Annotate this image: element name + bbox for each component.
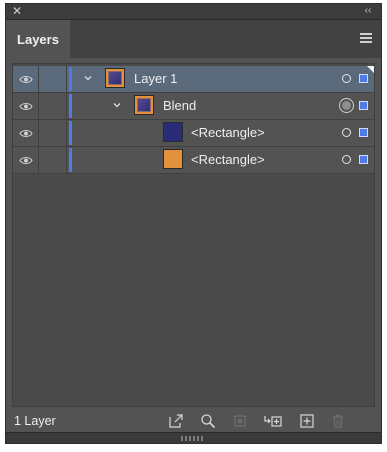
visibility-toggle[interactable]: [13, 66, 39, 92]
selection-indicator[interactable]: [359, 74, 368, 83]
layer-row-layer-1[interactable]: Layer 1: [13, 66, 374, 93]
panel-titlebar: ✕ ‹‹: [6, 4, 381, 20]
selected-art-triangle-icon: [367, 66, 374, 73]
eye-icon: [18, 129, 33, 137]
new-sublayer-icon[interactable]: [263, 412, 282, 430]
layer-name[interactable]: <Rectangle>: [191, 147, 265, 173]
visibility-toggle[interactable]: [13, 120, 39, 146]
panel-footer: 1 Layer: [6, 408, 381, 434]
target-circle-icon[interactable]: [342, 74, 351, 83]
layer-color-indicator: [69, 94, 72, 118]
chevron-down-icon[interactable]: [112, 100, 122, 110]
lock-toggle[interactable]: [39, 147, 67, 173]
selection-indicator[interactable]: [359, 128, 368, 137]
target-circle-icon[interactable]: [342, 155, 351, 164]
export-icon[interactable]: [167, 412, 185, 430]
eye-icon: [18, 102, 33, 110]
layer-count: 1 Layer: [14, 414, 56, 428]
layer-color-indicator: [69, 67, 72, 91]
visibility-toggle[interactable]: [13, 147, 39, 173]
selection-indicator[interactable]: [359, 155, 368, 164]
rectangle-thumbnail: [163, 149, 183, 169]
grip-icon: [181, 436, 205, 441]
tab-layers[interactable]: Layers: [6, 20, 70, 58]
visibility-toggle[interactable]: [13, 93, 39, 119]
clipping-mask-icon[interactable]: [231, 412, 249, 430]
layer-name[interactable]: Layer 1: [134, 66, 177, 92]
selection-indicator[interactable]: [359, 101, 368, 110]
layer-row-rectangle[interactable]: <Rectangle>: [13, 120, 374, 147]
layer-thumbnail: [105, 68, 125, 88]
layer-row-blend[interactable]: Blend: [13, 93, 374, 120]
tab-strip: Layers: [6, 20, 381, 58]
blend-thumbnail: [134, 95, 154, 115]
rectangle-thumbnail: [163, 122, 183, 142]
lock-toggle[interactable]: [39, 120, 67, 146]
lock-toggle[interactable]: [39, 66, 67, 92]
panel-resize-handle[interactable]: [6, 432, 381, 443]
search-icon[interactable]: [199, 412, 217, 430]
layer-name[interactable]: <Rectangle>: [191, 120, 265, 146]
layer-color-indicator: [69, 148, 72, 172]
layer-color-indicator: [69, 121, 72, 145]
trash-icon[interactable]: [329, 412, 347, 430]
eye-icon: [18, 75, 33, 83]
close-icon[interactable]: ✕: [11, 5, 23, 17]
target-circle-icon[interactable]: [342, 128, 351, 137]
chevron-down-icon[interactable]: [83, 73, 93, 83]
layers-list: Layer 1 Blend <Rectangle> <Rectangle>: [12, 63, 375, 407]
double-chevron-icon[interactable]: ‹‹: [361, 5, 375, 17]
new-layer-icon[interactable]: [298, 412, 316, 430]
hamburger-icon[interactable]: [360, 33, 372, 43]
eye-icon: [18, 156, 33, 164]
lock-toggle[interactable]: [39, 93, 67, 119]
layer-row-rectangle[interactable]: <Rectangle>: [13, 147, 374, 174]
target-circle-icon[interactable]: [339, 98, 354, 113]
layers-panel: ✕ ‹‹ Layers Layer 1 Blend <Rectangle> <R…: [5, 3, 382, 444]
layer-name[interactable]: Blend: [163, 93, 196, 119]
